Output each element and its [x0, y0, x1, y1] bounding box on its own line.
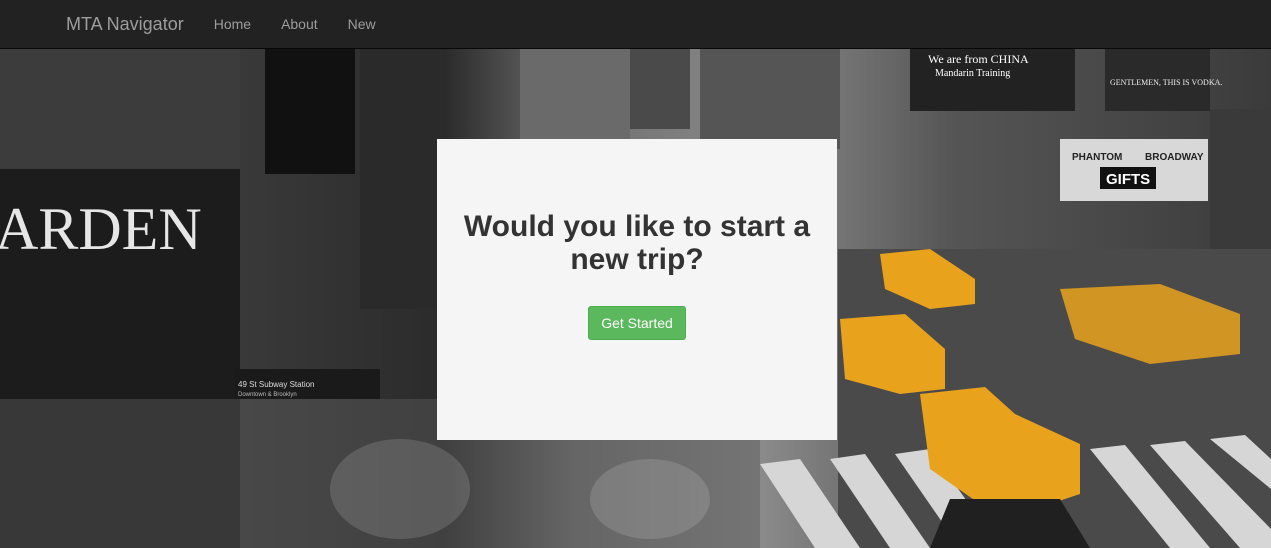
nav-home-link[interactable]: Home	[199, 14, 266, 34]
start-trip-card: Would you like to start a new trip? Get …	[437, 139, 837, 440]
get-started-button[interactable]: Get Started	[588, 306, 686, 340]
sign-subway-sub: Downtown & Brooklyn	[238, 392, 297, 398]
brand-link[interactable]: MTA Navigator	[66, 14, 184, 34]
sign-gifts: GIFTS	[1106, 171, 1150, 188]
sign-broadway: BROADWAY	[1145, 152, 1204, 163]
nav-about-link[interactable]: About	[266, 14, 333, 34]
sign-vodka: GENTLEMEN, THIS IS VODKA.	[1110, 78, 1222, 87]
start-trip-heading: Would you like to start a new trip?	[463, 210, 811, 276]
nav-new-link[interactable]: New	[333, 14, 391, 34]
sign-mandarin: Mandarin Training	[935, 68, 1010, 79]
navbar: MTA Navigator Home About New	[0, 0, 1271, 49]
nav-links: Home About New	[199, 14, 391, 34]
sign-arden: ARDEN	[0, 196, 202, 262]
sign-china: We are from CHINA	[928, 52, 1029, 66]
sign-subway: 49 St Subway Station	[238, 380, 315, 389]
sign-phantom: PHANTOM	[1072, 152, 1122, 163]
